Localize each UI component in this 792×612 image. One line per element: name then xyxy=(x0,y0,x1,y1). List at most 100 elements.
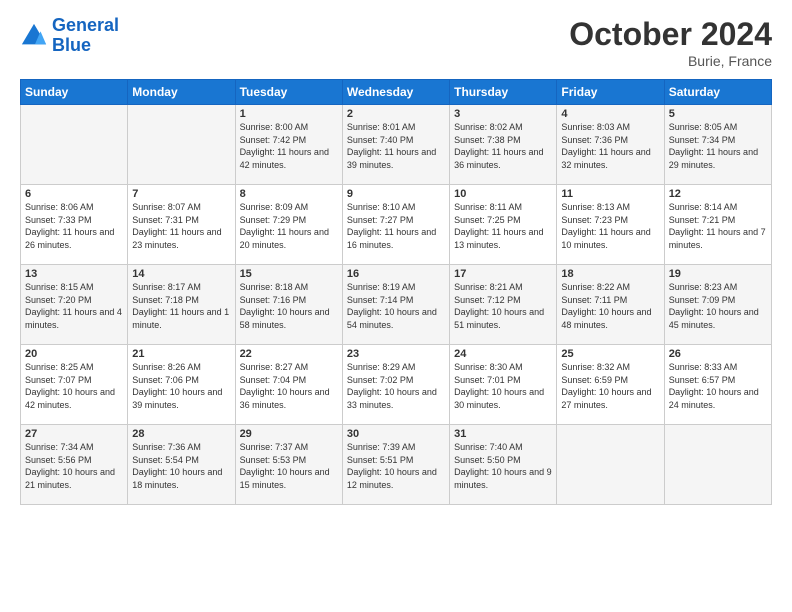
calendar-row: 13Sunrise: 8:15 AM Sunset: 7:20 PM Dayli… xyxy=(21,265,772,345)
calendar-cell: 20Sunrise: 8:25 AM Sunset: 7:07 PM Dayli… xyxy=(21,345,128,425)
calendar-row: 27Sunrise: 7:34 AM Sunset: 5:56 PM Dayli… xyxy=(21,425,772,505)
day-number: 1 xyxy=(240,108,338,120)
title-area: October 2024 Burie, France xyxy=(569,16,772,69)
calendar-cell: 22Sunrise: 8:27 AM Sunset: 7:04 PM Dayli… xyxy=(235,345,342,425)
calendar-cell: 23Sunrise: 8:29 AM Sunset: 7:02 PM Dayli… xyxy=(342,345,449,425)
day-number: 7 xyxy=(132,188,230,200)
calendar-cell: 8Sunrise: 8:09 AM Sunset: 7:29 PM Daylig… xyxy=(235,185,342,265)
day-info: Sunrise: 8:30 AM Sunset: 7:01 PM Dayligh… xyxy=(454,361,552,411)
calendar-cell: 19Sunrise: 8:23 AM Sunset: 7:09 PM Dayli… xyxy=(664,265,771,345)
calendar-cell: 5Sunrise: 8:05 AM Sunset: 7:34 PM Daylig… xyxy=(664,105,771,185)
calendar-cell: 13Sunrise: 8:15 AM Sunset: 7:20 PM Dayli… xyxy=(21,265,128,345)
day-info: Sunrise: 8:01 AM Sunset: 7:40 PM Dayligh… xyxy=(347,121,445,171)
calendar-cell: 10Sunrise: 8:11 AM Sunset: 7:25 PM Dayli… xyxy=(450,185,557,265)
day-info: Sunrise: 8:07 AM Sunset: 7:31 PM Dayligh… xyxy=(132,201,230,251)
weekday-header-cell: Thursday xyxy=(450,80,557,105)
day-info: Sunrise: 8:03 AM Sunset: 7:36 PM Dayligh… xyxy=(561,121,659,171)
weekday-header-row: SundayMondayTuesdayWednesdayThursdayFrid… xyxy=(21,80,772,105)
logo-blue: Blue xyxy=(52,36,119,56)
day-number: 14 xyxy=(132,268,230,280)
day-number: 4 xyxy=(561,108,659,120)
day-info: Sunrise: 8:29 AM Sunset: 7:02 PM Dayligh… xyxy=(347,361,445,411)
calendar-cell: 12Sunrise: 8:14 AM Sunset: 7:21 PM Dayli… xyxy=(664,185,771,265)
calendar-cell: 24Sunrise: 8:30 AM Sunset: 7:01 PM Dayli… xyxy=(450,345,557,425)
calendar-cell xyxy=(21,105,128,185)
calendar-cell: 26Sunrise: 8:33 AM Sunset: 6:57 PM Dayli… xyxy=(664,345,771,425)
day-info: Sunrise: 8:19 AM Sunset: 7:14 PM Dayligh… xyxy=(347,281,445,331)
day-number: 27 xyxy=(25,428,123,440)
day-number: 10 xyxy=(454,188,552,200)
day-info: Sunrise: 8:06 AM Sunset: 7:33 PM Dayligh… xyxy=(25,201,123,251)
calendar-page: General Blue October 2024 Burie, France … xyxy=(0,0,792,612)
day-info: Sunrise: 8:23 AM Sunset: 7:09 PM Dayligh… xyxy=(669,281,767,331)
calendar-cell xyxy=(557,425,664,505)
day-info: Sunrise: 8:25 AM Sunset: 7:07 PM Dayligh… xyxy=(25,361,123,411)
calendar-cell: 7Sunrise: 8:07 AM Sunset: 7:31 PM Daylig… xyxy=(128,185,235,265)
calendar-cell: 15Sunrise: 8:18 AM Sunset: 7:16 PM Dayli… xyxy=(235,265,342,345)
calendar-cell xyxy=(664,425,771,505)
calendar-cell: 11Sunrise: 8:13 AM Sunset: 7:23 PM Dayli… xyxy=(557,185,664,265)
day-info: Sunrise: 8:26 AM Sunset: 7:06 PM Dayligh… xyxy=(132,361,230,411)
day-info: Sunrise: 7:37 AM Sunset: 5:53 PM Dayligh… xyxy=(240,441,338,491)
logo-icon xyxy=(20,22,48,50)
day-number: 17 xyxy=(454,268,552,280)
day-info: Sunrise: 8:17 AM Sunset: 7:18 PM Dayligh… xyxy=(132,281,230,331)
day-info: Sunrise: 8:21 AM Sunset: 7:12 PM Dayligh… xyxy=(454,281,552,331)
day-number: 15 xyxy=(240,268,338,280)
calendar-table: SundayMondayTuesdayWednesdayThursdayFrid… xyxy=(20,79,772,505)
day-number: 28 xyxy=(132,428,230,440)
weekday-header-cell: Monday xyxy=(128,80,235,105)
month-title: October 2024 xyxy=(569,16,772,53)
day-info: Sunrise: 7:39 AM Sunset: 5:51 PM Dayligh… xyxy=(347,441,445,491)
weekday-header-cell: Friday xyxy=(557,80,664,105)
day-info: Sunrise: 8:32 AM Sunset: 6:59 PM Dayligh… xyxy=(561,361,659,411)
day-number: 26 xyxy=(669,348,767,360)
header: General Blue October 2024 Burie, France xyxy=(20,16,772,69)
day-number: 23 xyxy=(347,348,445,360)
day-number: 25 xyxy=(561,348,659,360)
calendar-cell: 25Sunrise: 8:32 AM Sunset: 6:59 PM Dayli… xyxy=(557,345,664,425)
day-number: 22 xyxy=(240,348,338,360)
calendar-cell: 21Sunrise: 8:26 AM Sunset: 7:06 PM Dayli… xyxy=(128,345,235,425)
day-number: 30 xyxy=(347,428,445,440)
day-info: Sunrise: 8:09 AM Sunset: 7:29 PM Dayligh… xyxy=(240,201,338,251)
day-number: 19 xyxy=(669,268,767,280)
weekday-header-cell: Sunday xyxy=(21,80,128,105)
day-number: 9 xyxy=(347,188,445,200)
day-info: Sunrise: 8:02 AM Sunset: 7:38 PM Dayligh… xyxy=(454,121,552,171)
day-number: 11 xyxy=(561,188,659,200)
calendar-row: 20Sunrise: 8:25 AM Sunset: 7:07 PM Dayli… xyxy=(21,345,772,425)
calendar-cell xyxy=(128,105,235,185)
calendar-body: 1Sunrise: 8:00 AM Sunset: 7:42 PM Daylig… xyxy=(21,105,772,505)
calendar-cell: 1Sunrise: 8:00 AM Sunset: 7:42 PM Daylig… xyxy=(235,105,342,185)
day-info: Sunrise: 8:18 AM Sunset: 7:16 PM Dayligh… xyxy=(240,281,338,331)
day-info: Sunrise: 7:40 AM Sunset: 5:50 PM Dayligh… xyxy=(454,441,552,491)
calendar-cell: 18Sunrise: 8:22 AM Sunset: 7:11 PM Dayli… xyxy=(557,265,664,345)
calendar-cell: 14Sunrise: 8:17 AM Sunset: 7:18 PM Dayli… xyxy=(128,265,235,345)
calendar-cell: 4Sunrise: 8:03 AM Sunset: 7:36 PM Daylig… xyxy=(557,105,664,185)
logo: General Blue xyxy=(20,16,119,56)
calendar-cell: 17Sunrise: 8:21 AM Sunset: 7:12 PM Dayli… xyxy=(450,265,557,345)
day-number: 31 xyxy=(454,428,552,440)
day-number: 29 xyxy=(240,428,338,440)
calendar-cell: 9Sunrise: 8:10 AM Sunset: 7:27 PM Daylig… xyxy=(342,185,449,265)
day-number: 20 xyxy=(25,348,123,360)
day-info: Sunrise: 8:27 AM Sunset: 7:04 PM Dayligh… xyxy=(240,361,338,411)
day-number: 3 xyxy=(454,108,552,120)
calendar-cell: 2Sunrise: 8:01 AM Sunset: 7:40 PM Daylig… xyxy=(342,105,449,185)
location: Burie, France xyxy=(569,53,772,69)
day-number: 6 xyxy=(25,188,123,200)
day-number: 24 xyxy=(454,348,552,360)
calendar-cell: 31Sunrise: 7:40 AM Sunset: 5:50 PM Dayli… xyxy=(450,425,557,505)
calendar-header: SundayMondayTuesdayWednesdayThursdayFrid… xyxy=(21,80,772,105)
weekday-header-cell: Wednesday xyxy=(342,80,449,105)
day-number: 5 xyxy=(669,108,767,120)
logo-text: General Blue xyxy=(52,16,119,56)
day-info: Sunrise: 8:22 AM Sunset: 7:11 PM Dayligh… xyxy=(561,281,659,331)
day-info: Sunrise: 8:00 AM Sunset: 7:42 PM Dayligh… xyxy=(240,121,338,171)
day-info: Sunrise: 8:15 AM Sunset: 7:20 PM Dayligh… xyxy=(25,281,123,331)
weekday-header-cell: Tuesday xyxy=(235,80,342,105)
day-number: 12 xyxy=(669,188,767,200)
day-number: 21 xyxy=(132,348,230,360)
calendar-row: 1Sunrise: 8:00 AM Sunset: 7:42 PM Daylig… xyxy=(21,105,772,185)
